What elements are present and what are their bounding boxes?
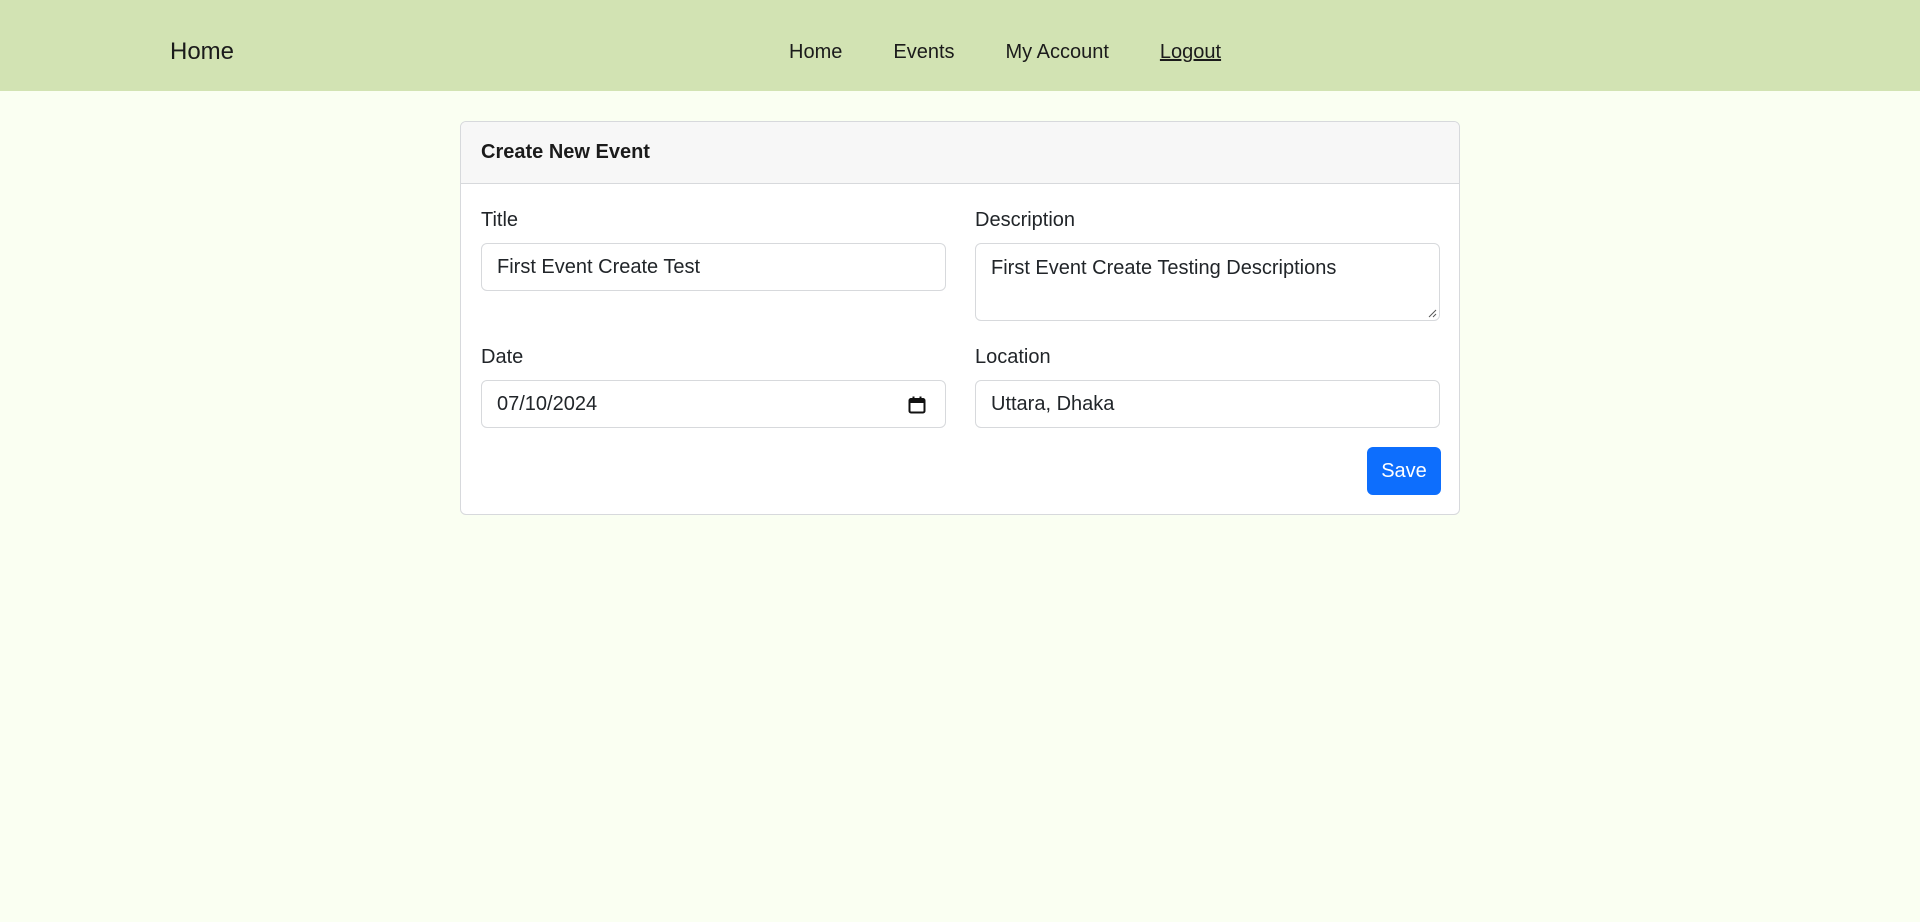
calendar-icon[interactable] [908, 396, 926, 414]
nav-link-events[interactable]: Events [893, 38, 954, 66]
nav-link-home[interactable]: Home [789, 38, 842, 66]
description-label: Description [975, 209, 1076, 231]
card-header: Create New Event [461, 122, 1459, 184]
date-label: Date [481, 346, 524, 368]
location-label: Location [975, 346, 1051, 368]
date-input[interactable] [481, 380, 946, 428]
nav-link-logout[interactable]: Logout [1160, 38, 1221, 66]
nav-link-my-account[interactable]: My Account [1006, 38, 1109, 66]
title-label: Title [481, 209, 519, 231]
save-button[interactable]: Save [1367, 447, 1441, 495]
navbar-brand[interactable]: Home [170, 35, 234, 69]
card-title: Create New Event [481, 141, 650, 163]
location-input[interactable] [975, 380, 1440, 428]
description-textarea[interactable]: First Event Create Testing Descriptions [975, 243, 1440, 321]
resize-grip-icon[interactable] [1427, 308, 1437, 318]
top-navbar: Home Home Events My Account Logout [0, 0, 1920, 91]
create-event-card: Create New Event Title Description First… [460, 121, 1460, 515]
title-input[interactable] [481, 243, 946, 291]
nav-links: Home Events My Account Logout [789, 38, 1221, 66]
